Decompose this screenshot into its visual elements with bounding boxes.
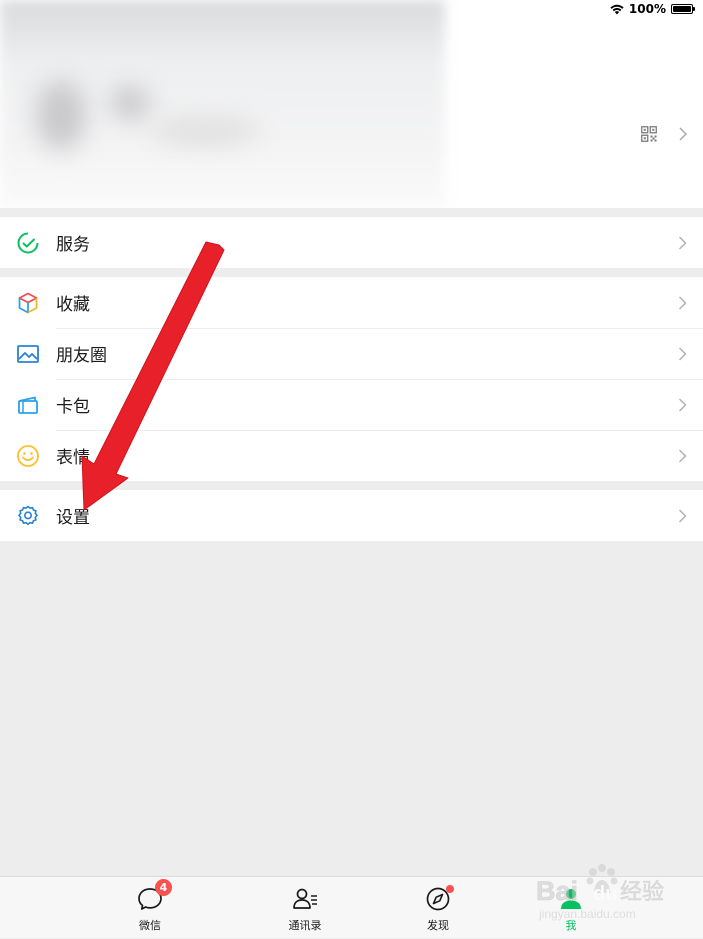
menu-item-label: 设置 bbox=[56, 508, 90, 528]
tab-label: 发现 bbox=[427, 919, 449, 932]
notification-dot bbox=[446, 885, 454, 893]
tab-label: 通讯录 bbox=[288, 919, 322, 932]
features-group: 收藏 朋友圈 卡包 表情 bbox=[0, 277, 703, 481]
menu-item-favorites[interactable]: 收藏 bbox=[0, 277, 703, 328]
tab-bar: 4 微信 通讯录 发现 我 bbox=[0, 876, 703, 938]
moments-photo-icon bbox=[15, 341, 41, 367]
menu-item-settings[interactable]: 设置 bbox=[0, 490, 703, 541]
tab-discover[interactable]: 发现 bbox=[398, 877, 478, 939]
battery-icon bbox=[671, 4, 695, 14]
menu-item-label: 卡包 bbox=[56, 397, 90, 417]
tab-contacts[interactable]: 通讯录 bbox=[265, 877, 345, 939]
battery-level bbox=[673, 6, 691, 12]
gear-icon bbox=[15, 503, 41, 529]
chevron-right-icon bbox=[678, 448, 687, 463]
qr-code-icon[interactable] bbox=[641, 126, 657, 142]
chevron-right-icon bbox=[678, 346, 687, 361]
tab-label: 我 bbox=[565, 919, 577, 932]
services-check-icon bbox=[15, 230, 41, 256]
services-group: 服务 bbox=[0, 217, 703, 268]
chevron-right-icon bbox=[678, 508, 687, 523]
favorites-cube-icon bbox=[15, 290, 41, 316]
blurred-avatar bbox=[36, 80, 86, 150]
menu-item-services[interactable]: 服务 bbox=[0, 217, 703, 268]
unread-badge: 4 bbox=[155, 879, 172, 896]
settings-group: 设置 bbox=[0, 490, 703, 541]
blurred-name bbox=[110, 86, 150, 120]
tab-label: 微信 bbox=[139, 919, 161, 932]
chevron-right-icon bbox=[678, 397, 687, 412]
menu-item-label: 服务 bbox=[56, 235, 90, 255]
person-icon bbox=[561, 889, 581, 909]
chevron-right-icon bbox=[679, 127, 688, 141]
profile-header[interactable] bbox=[0, 0, 703, 208]
menu-item-moments[interactable]: 朋友圈 bbox=[0, 328, 703, 379]
chevron-right-icon bbox=[678, 235, 687, 250]
contacts-icon bbox=[293, 888, 317, 909]
chevron-right-icon bbox=[678, 295, 687, 310]
smiley-sticker-icon bbox=[15, 443, 41, 469]
menu-item-label: 朋友圈 bbox=[56, 346, 107, 366]
card-wallet-icon bbox=[15, 392, 41, 418]
status-bar: 100% bbox=[0, 0, 703, 20]
blurred-account-id bbox=[150, 118, 260, 144]
battery-percentage: 100% bbox=[628, 2, 666, 16]
menu-item-label: 表情 bbox=[56, 448, 90, 468]
wifi-icon bbox=[610, 4, 624, 14]
tab-me[interactable]: 我 bbox=[531, 877, 611, 939]
menu-item-label: 收藏 bbox=[56, 295, 90, 315]
menu-item-stickers[interactable]: 表情 bbox=[0, 430, 703, 481]
tab-chats[interactable]: 4 微信 bbox=[110, 877, 190, 939]
status-indicators: 100% bbox=[610, 2, 695, 16]
menu-item-cards[interactable]: 卡包 bbox=[0, 379, 703, 430]
